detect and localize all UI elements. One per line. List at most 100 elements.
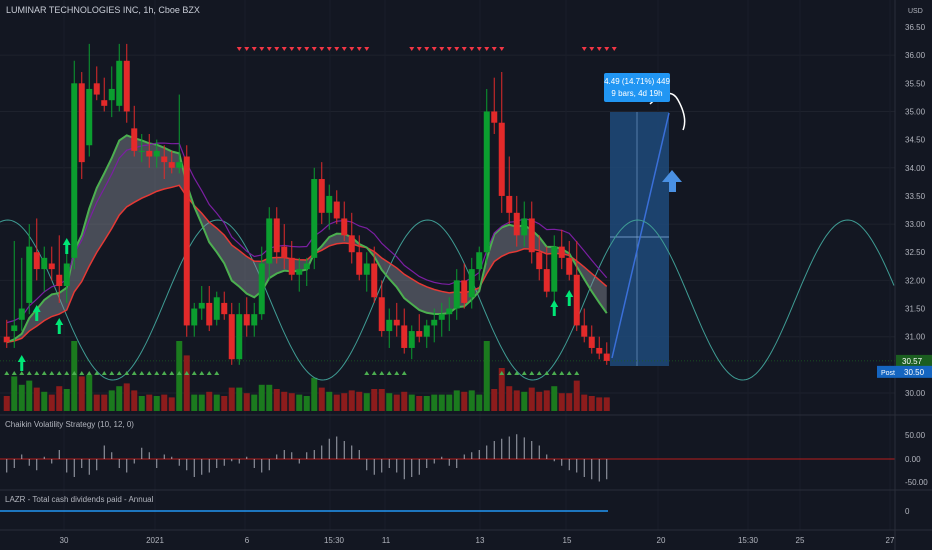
volume-bar: [236, 387, 243, 411]
volume-bar: [26, 380, 33, 411]
candle-body: [588, 336, 595, 348]
volume-bar: [213, 394, 220, 411]
candle-body: [78, 83, 85, 163]
candle-body: [453, 280, 460, 309]
volume-bar: [258, 384, 265, 411]
volume-bar: [356, 391, 363, 411]
volume-bar: [191, 394, 198, 411]
volume-bar: [266, 384, 273, 411]
volume-bar: [476, 394, 483, 411]
price-tick: 36.50: [905, 23, 926, 32]
chaikin-title: Chaikin Volatility Strategy (10, 12, 0): [5, 420, 134, 429]
time-tick: 6: [245, 536, 250, 545]
volume-bar: [483, 341, 490, 411]
volume-bar: [296, 394, 303, 411]
dividends-tick: 0: [905, 507, 910, 516]
volume-bar: [393, 394, 400, 411]
candle-body: [311, 179, 318, 258]
candle-body: [221, 302, 228, 315]
volume-bar: [303, 396, 310, 411]
candle-body: [191, 308, 198, 326]
candle-body: [161, 156, 168, 163]
time-tick: 15:30: [738, 536, 759, 545]
candle-body: [348, 235, 355, 253]
volume-bar: [153, 396, 160, 411]
price-range-measure[interactable]: 4.49 (14.71%) 449 9 bars, 4d 19h: [604, 73, 670, 102]
volume-bar: [71, 341, 78, 411]
candle-body: [363, 263, 370, 275]
volume-bar: [221, 396, 228, 411]
volume-bar: [453, 390, 460, 411]
currency-label: USD: [908, 8, 923, 15]
volume-bar: [341, 393, 348, 411]
candle-body: [93, 83, 100, 95]
candle-body: [326, 195, 333, 213]
candle-body: [378, 297, 385, 332]
time-tick: 30: [60, 536, 69, 545]
trading-chart[interactable]: 4.49 (14.71%) 449 9 bars, 4d 19h Chaikin …: [0, 0, 932, 550]
candle-body: [446, 308, 453, 315]
candle-body: [123, 60, 130, 112]
candle-body: [131, 128, 138, 151]
candle-body: [558, 246, 565, 258]
volume-bar: [528, 387, 535, 411]
measure-tooltip-change: 4.49 (14.71%) 449: [604, 77, 670, 86]
time-tick: 13: [476, 536, 485, 545]
price-tick: 33.50: [905, 192, 926, 201]
price-tick: 33.00: [905, 220, 926, 229]
candle-body: [251, 314, 258, 326]
candle-body: [468, 269, 475, 298]
candle-body: [266, 218, 273, 264]
volume-bar: [161, 394, 168, 411]
last-price-value: 30.57: [902, 357, 923, 366]
volume-bar: [588, 396, 595, 411]
candle-body: [243, 314, 250, 326]
candle-body: [176, 162, 183, 168]
symbol-header[interactable]: LUMINAR TECHNOLOGIES INC, 1h, Cboe BZX: [6, 5, 200, 15]
volume-bar: [431, 394, 438, 411]
volume-bar: [183, 355, 190, 411]
volume-bar: [513, 390, 520, 411]
candle-body: [401, 325, 408, 348]
post-label: Post: [881, 370, 895, 377]
volume-bar: [371, 389, 378, 411]
candle-body: [506, 195, 513, 213]
volume-bar: [348, 390, 355, 411]
price-tick: 35.00: [905, 107, 926, 116]
volume-bar: [63, 389, 70, 411]
candle-body: [491, 111, 498, 123]
candle-body: [108, 88, 115, 101]
time-tick: 15: [563, 536, 572, 545]
volume-bar: [56, 386, 63, 411]
candle-body: [521, 218, 528, 236]
candle-body: [461, 280, 468, 303]
price-tick: 34.50: [905, 136, 926, 145]
candle-body: [101, 100, 108, 106]
price-tick: 35.50: [905, 79, 926, 88]
volume-bar: [146, 394, 153, 411]
volume-bar: [521, 391, 528, 411]
candle-body: [551, 246, 558, 292]
candle-body: [86, 88, 93, 146]
time-tick: 15:30: [324, 536, 345, 545]
volume-bar: [18, 384, 25, 411]
volume-bar: [603, 397, 610, 411]
price-tick: 32.00: [905, 276, 926, 285]
volume-bar: [3, 396, 10, 411]
price-tick: 31.50: [905, 305, 926, 314]
volume-bar: [378, 389, 385, 411]
price-tick: 30.00: [905, 389, 926, 398]
candle-body: [41, 257, 48, 270]
candle-body: [498, 122, 505, 196]
volume-bar: [168, 397, 175, 411]
candle-body: [318, 179, 325, 213]
volume-bar: [273, 389, 280, 411]
volume-bar: [581, 394, 588, 411]
volume-bar: [438, 394, 445, 411]
candle-body: [213, 297, 220, 320]
volume-bar: [198, 394, 205, 411]
volume-bar: [318, 387, 325, 411]
candle-body: [386, 319, 393, 332]
candle-body: [528, 218, 535, 253]
volume-bar: [101, 394, 108, 411]
